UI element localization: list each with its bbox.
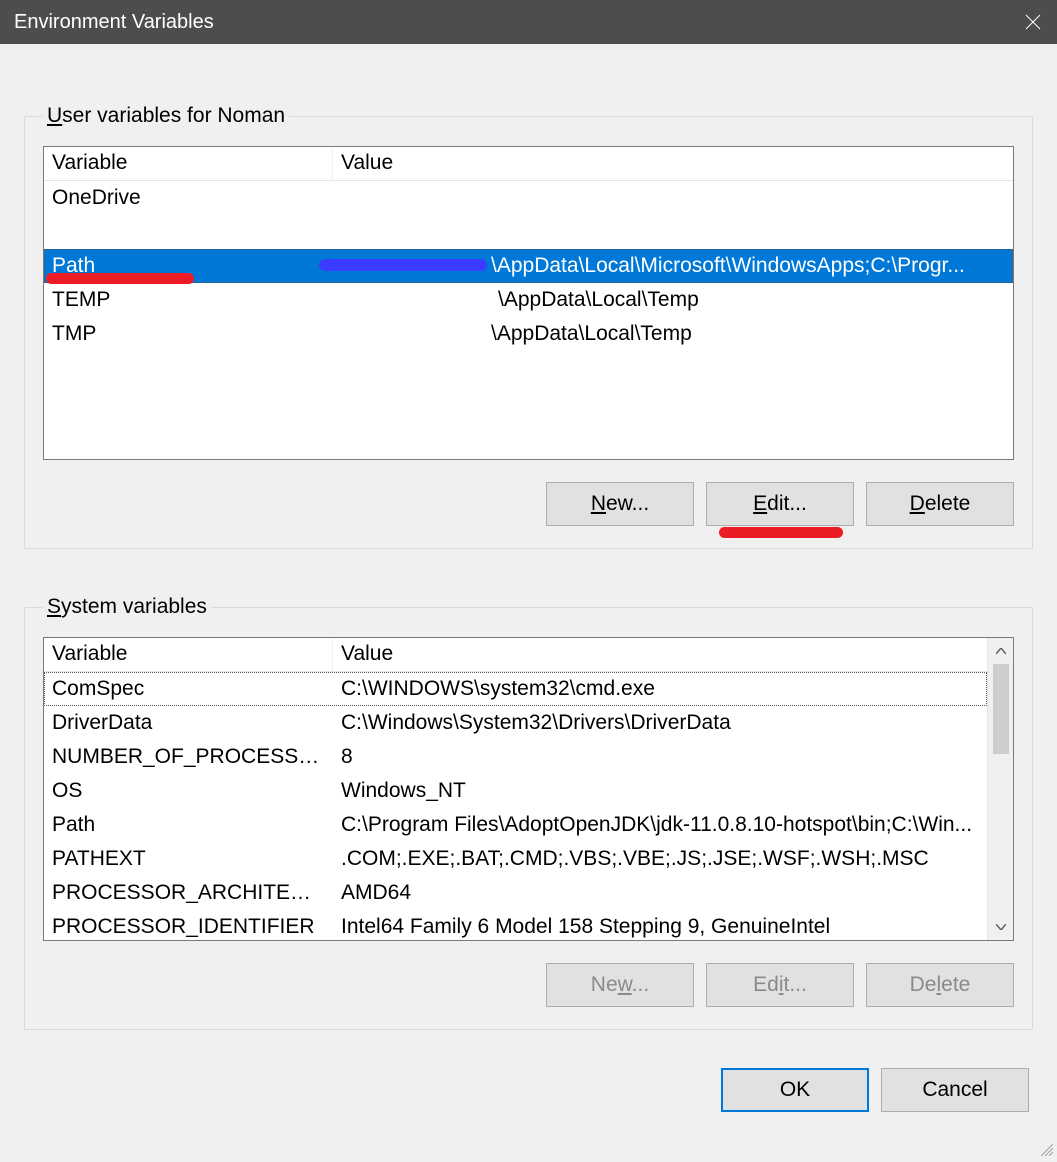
system-list-body: ComSpec C:\WINDOWS\system32\cmd.exe Driv… [44,672,1013,940]
dialog-footer: OK Cancel [24,1068,1033,1112]
resize-grip-icon[interactable] [1037,1138,1053,1154]
list-item[interactable] [44,215,1013,249]
list-item[interactable]: TMP \AppData\Local\Temp [44,317,1013,351]
column-value[interactable]: Value [333,638,987,671]
column-variable[interactable]: Variable [44,147,333,180]
list-item[interactable]: PROCESSOR_IDENTIFIER Intel64 Family 6 Mo… [44,910,987,940]
list-item[interactable]: PROCESSOR_ARCHITECTURE AMD64 [44,876,987,910]
delete-button[interactable]: Delete [866,963,1014,1007]
scroll-thumb[interactable] [993,664,1009,754]
ok-button[interactable]: OK [721,1068,869,1112]
user-buttons: New... Edit... Delete [43,482,1014,526]
edit-button[interactable]: Edit... [706,482,854,526]
window-title: Environment Variables [14,11,214,34]
user-variables-group: User variables for Noman Variable Value … [24,104,1033,549]
list-item[interactable]: ComSpec C:\WINDOWS\system32\cmd.exe [44,672,987,706]
system-variables-list[interactable]: Variable Value ComSpec C:\WINDOWS\system… [43,637,1014,941]
list-item[interactable]: NUMBER_OF_PROCESSORS 8 [44,740,987,774]
new-button[interactable]: New... [546,482,694,526]
list-item[interactable]: PATHEXT .COM;.EXE;.BAT;.CMD;.VBS;.VBE;.J… [44,842,987,876]
list-item[interactable]: TEMP \AppData\Local\Temp [44,283,1013,317]
delete-button[interactable]: Delete [866,482,1014,526]
list-header: Variable Value [44,147,1013,181]
close-icon[interactable] [1023,12,1043,32]
list-header: Variable Value [44,638,1013,672]
column-variable[interactable]: Variable [44,638,333,671]
user-variables-list[interactable]: Variable Value OneDrive Path \AppData\Lo… [43,146,1014,460]
list-item[interactable]: OneDrive [44,181,1013,215]
scroll-down-icon[interactable] [988,914,1014,940]
list-item[interactable]: Path C:\Program Files\AdoptOpenJDK\jdk-1… [44,808,987,842]
edit-button[interactable]: Edit... [706,963,854,1007]
user-variables-legend: User variables for Noman [43,104,289,128]
cancel-button[interactable]: Cancel [881,1068,1029,1112]
system-variables-legend: System variables [43,595,211,619]
annotation-redline [46,273,194,284]
user-list-body: OneDrive Path \AppData\Local\Microsoft\W… [44,181,1013,459]
titlebar: Environment Variables [0,0,1057,44]
annotation-blueline [319,259,487,271]
list-item[interactable]: DriverData C:\Windows\System32\Drivers\D… [44,706,987,740]
scrollbar[interactable] [987,638,1013,940]
new-button[interactable]: New... [546,963,694,1007]
system-buttons: New... Edit... Delete [43,963,1014,1007]
list-item[interactable]: OS Windows_NT [44,774,987,808]
scroll-up-icon[interactable] [988,638,1014,664]
annotation-redline [719,527,843,538]
column-value[interactable]: Value [333,147,1013,180]
system-variables-group: System variables Variable Value ComSpec … [24,595,1033,1030]
